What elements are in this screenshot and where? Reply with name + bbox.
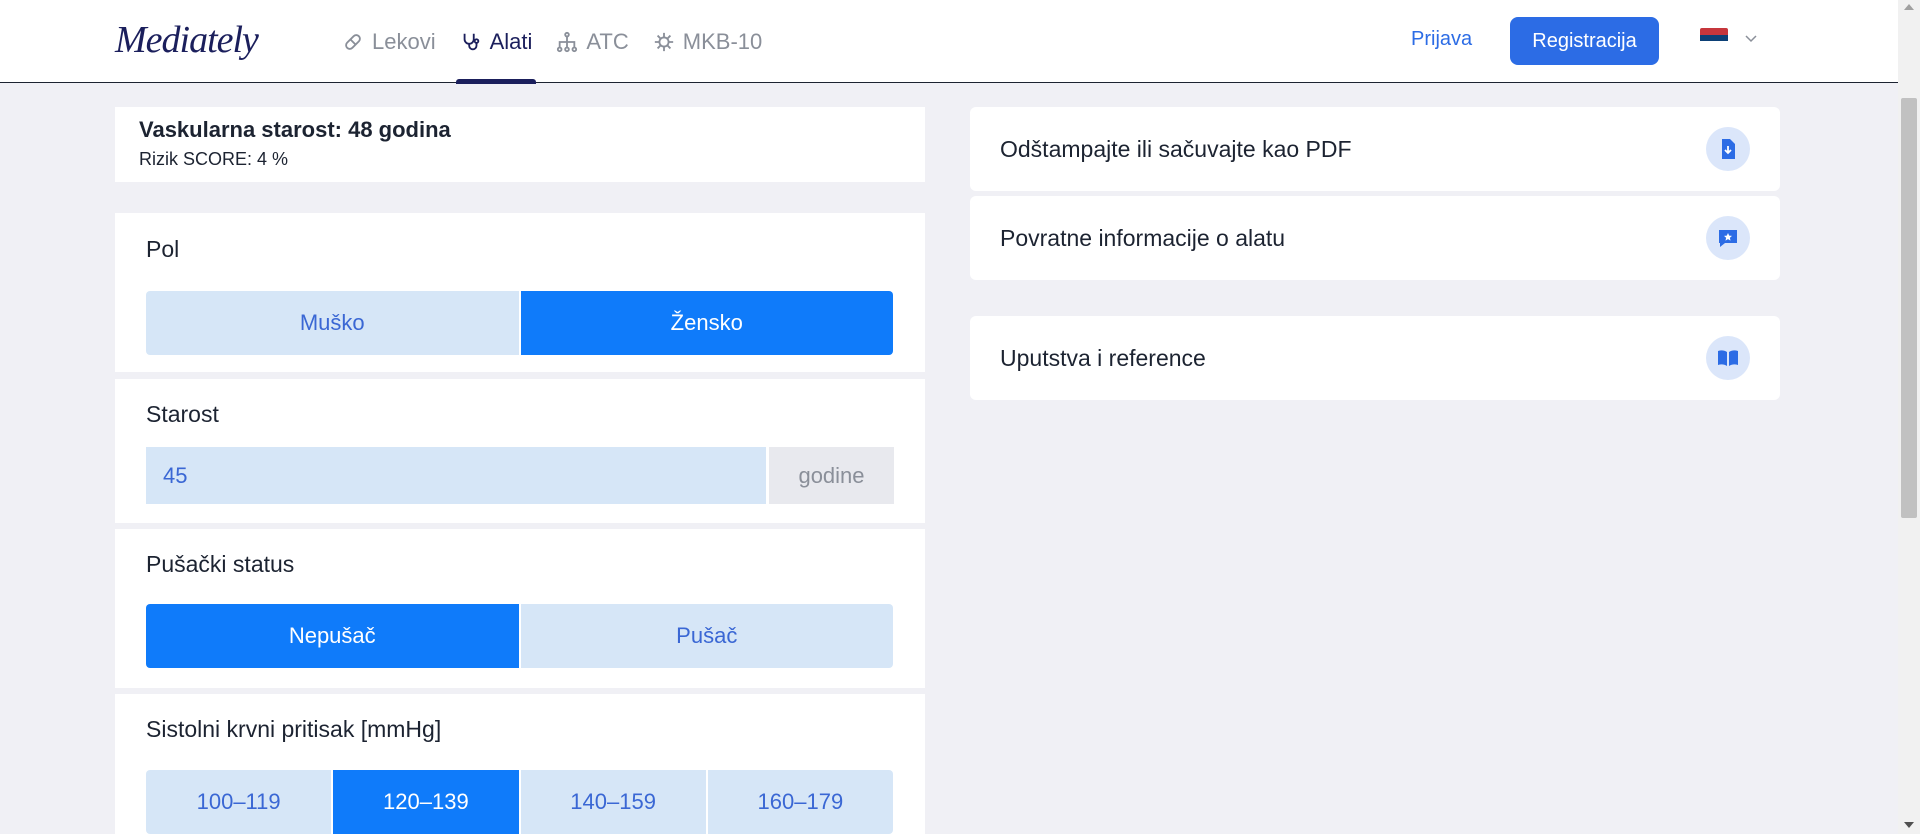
hierarchy-icon: [557, 31, 578, 52]
pdf-download-icon: [1706, 127, 1750, 171]
blood-pressure-label: Sistolni krvni pritisak [mmHg]: [146, 716, 442, 742]
nav-lekovi[interactable]: Lekovi: [330, 0, 448, 83]
nav-alati[interactable]: Alati: [448, 0, 545, 84]
scroll-down-icon[interactable]: [1904, 822, 1914, 828]
age-field-row: godine: [146, 447, 894, 504]
feedback-card[interactable]: Povratne informacije o alatu: [970, 196, 1780, 280]
smoking-section: Pušački status Nepušač Pušač: [115, 529, 925, 688]
option-non-smoker[interactable]: Nepušač: [146, 604, 521, 668]
sex-label: Pol: [146, 236, 180, 262]
nav-label: ATC: [586, 28, 629, 54]
scroll-up-icon[interactable]: [1904, 4, 1914, 10]
main-nav: Lekovi Alati ATC MKB-10: [330, 0, 774, 84]
feedback-icon: [1706, 216, 1750, 260]
option-smoker[interactable]: Pušač: [520, 604, 893, 668]
option-bp-100-119[interactable]: 100–119: [146, 770, 334, 834]
print-pdf-label: Odštampajte ili sačuvajte kao PDF: [1000, 135, 1352, 162]
age-label: Starost: [146, 401, 219, 427]
age-input[interactable]: [146, 447, 766, 504]
language-selector[interactable]: [1700, 28, 1758, 48]
nav-mkb10[interactable]: MKB-10: [641, 0, 774, 83]
book-icon: [1706, 336, 1750, 380]
register-button[interactable]: Registracija: [1510, 17, 1659, 65]
serbia-flag-icon: [1700, 28, 1728, 48]
blood-pressure-section: Sistolni krvni pritisak [mmHg] 100–119 1…: [115, 694, 925, 834]
feedback-label: Povratne informacije o alatu: [1000, 224, 1286, 251]
mediately-logo[interactable]: Mediately: [115, 18, 259, 62]
vascular-age-result: Vaskularna starost: 48 godina: [139, 117, 451, 142]
pill-icon: [345, 33, 361, 50]
guidelines-label: Uputstva i reference: [1000, 344, 1206, 371]
option-bp-140-159[interactable]: 140–159: [520, 770, 708, 834]
blood-pressure-toggle: 100–119 120–139 140–159 160–179: [146, 770, 893, 834]
nav-label: Lekovi: [372, 28, 436, 54]
sex-section: Pol Muško Žensko: [115, 213, 925, 372]
option-bp-160-179[interactable]: 160–179: [707, 770, 893, 834]
smoking-label: Pušački status: [146, 551, 295, 577]
score-risk-result: Rizik SCORE: 4 %: [139, 149, 289, 169]
print-pdf-card[interactable]: Odštampajte ili sačuvajte kao PDF: [970, 107, 1780, 191]
guidelines-card[interactable]: Uputstva i reference: [970, 316, 1780, 400]
top-header: Mediately Lekovi Alati ATC MKB-10 Prijav…: [0, 0, 1898, 84]
nav-label: Alati: [489, 28, 533, 54]
smoking-toggle: Nepušač Pušač: [146, 604, 893, 668]
age-section: Starost godine: [115, 379, 925, 523]
vertical-scrollbar[interactable]: [1898, 0, 1920, 834]
age-unit: godine: [769, 447, 894, 504]
option-bp-120-139[interactable]: 120–139: [333, 770, 521, 834]
option-male[interactable]: Muško: [146, 291, 521, 355]
result-card: Vaskularna starost: 48 godina Rizik SCOR…: [115, 107, 925, 182]
login-link[interactable]: Prijava: [1411, 28, 1472, 51]
chevron-down-icon: [1745, 35, 1757, 43]
stethoscope-icon: [463, 33, 479, 50]
option-female[interactable]: Žensko: [520, 291, 893, 355]
sex-toggle: Muško Žensko: [146, 291, 893, 355]
scroll-thumb[interactable]: [1901, 98, 1917, 518]
nav-label: MKB-10: [682, 28, 763, 54]
virus-icon: [654, 32, 673, 51]
nav-atc[interactable]: ATC: [544, 0, 640, 83]
